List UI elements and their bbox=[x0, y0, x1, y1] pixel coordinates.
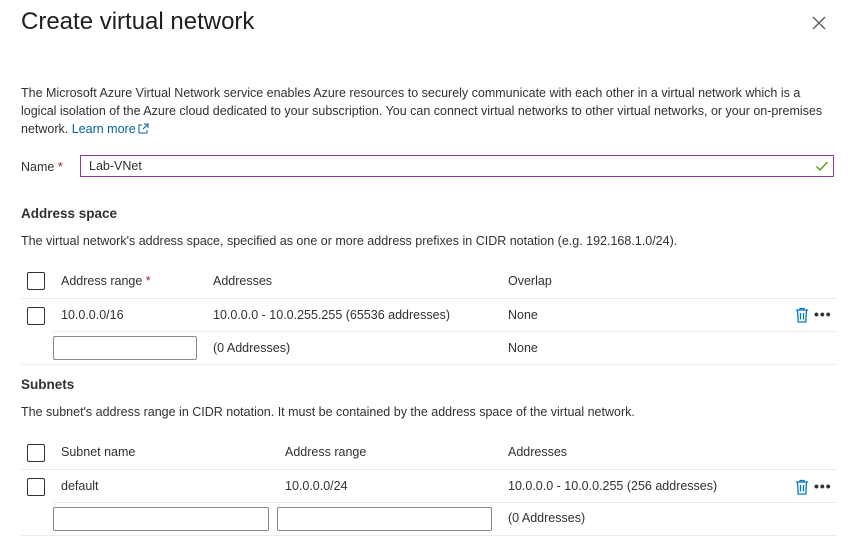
new-subnet-name-input[interactable] bbox=[53, 507, 269, 531]
new-addresses-cell: (0 Addresses) bbox=[213, 341, 291, 355]
checkmark-icon bbox=[816, 161, 829, 172]
address-space-description: The virtual network's address space, spe… bbox=[21, 234, 678, 248]
required-asterisk: * bbox=[57, 160, 63, 174]
subnets-description: The subnet's address range in CIDR notat… bbox=[21, 405, 635, 419]
more-options-icon[interactable]: ••• bbox=[814, 479, 832, 493]
select-all-address-checkbox[interactable] bbox=[27, 272, 45, 290]
subnet-row-checkbox[interactable] bbox=[27, 478, 45, 496]
name-input[interactable] bbox=[89, 158, 789, 174]
select-all-subnets-checkbox[interactable] bbox=[27, 444, 45, 462]
name-field[interactable] bbox=[80, 155, 834, 177]
overlap-cell: None bbox=[508, 308, 538, 322]
subnet-name-cell: default bbox=[61, 479, 99, 493]
overlap-header: Overlap bbox=[508, 274, 552, 288]
name-label: Name * bbox=[21, 160, 63, 174]
addresses-header: Addresses bbox=[213, 274, 273, 288]
subnet-range-cell: 10.0.0.0/24 bbox=[285, 479, 348, 493]
subnet-name-input[interactable] bbox=[54, 508, 268, 530]
address-row-checkbox[interactable] bbox=[27, 307, 45, 325]
new-address-range-input[interactable] bbox=[53, 336, 197, 360]
divider bbox=[21, 298, 836, 299]
delete-icon[interactable] bbox=[795, 307, 809, 323]
more-options-icon[interactable]: ••• bbox=[814, 307, 832, 321]
panel-description: The Microsoft Azure Virtual Network serv… bbox=[21, 84, 836, 138]
address-range-header: Address range * bbox=[61, 274, 151, 288]
subnet-addresses-cell: 10.0.0.0 - 10.0.0.255 (256 addresses) bbox=[508, 479, 718, 493]
subnet-addresses-header: Addresses bbox=[508, 445, 568, 459]
new-overlap-cell: None bbox=[508, 341, 538, 355]
address-range-cell: 10.0.0.0/16 bbox=[61, 308, 124, 322]
divider bbox=[21, 535, 836, 536]
close-icon[interactable] bbox=[810, 14, 828, 32]
divider bbox=[53, 331, 836, 332]
address-range-input[interactable] bbox=[54, 337, 196, 359]
external-link-icon bbox=[138, 123, 149, 134]
subnet-range-header: Address range bbox=[285, 445, 367, 459]
subnet-name-header: Subnet name bbox=[61, 445, 136, 459]
subnets-title: Subnets bbox=[21, 377, 75, 392]
panel-title: Create virtual network bbox=[21, 8, 255, 35]
divider bbox=[53, 502, 836, 503]
subnet-range-input[interactable] bbox=[278, 508, 491, 530]
new-subnet-range-input[interactable] bbox=[277, 507, 492, 531]
address-space-title: Address space bbox=[21, 206, 118, 221]
divider bbox=[21, 469, 836, 470]
learn-more-link[interactable]: Learn more bbox=[72, 122, 149, 136]
new-subnet-addresses-cell: (0 Addresses) bbox=[508, 511, 586, 525]
divider bbox=[21, 364, 836, 365]
addresses-cell: 10.0.0.0 - 10.0.255.255 (65536 addresses… bbox=[213, 308, 450, 322]
delete-icon[interactable] bbox=[795, 479, 809, 495]
